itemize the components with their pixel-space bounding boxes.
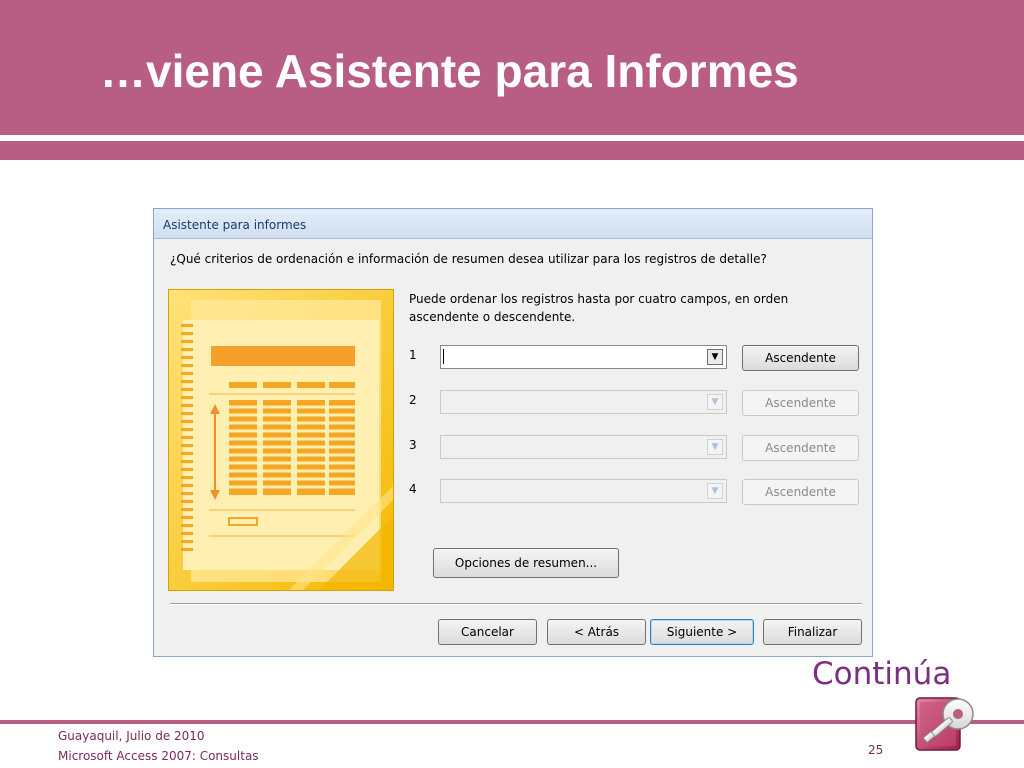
- sort-order-4-button[interactable]: Ascendente: [742, 479, 859, 505]
- sort-field-4-combo[interactable]: ▼: [440, 479, 727, 503]
- banner-strip: [0, 141, 1024, 160]
- sort-field-2-combo[interactable]: ▼: [440, 390, 727, 414]
- sort-order-1-button[interactable]: Ascendente: [742, 345, 859, 371]
- finish-button[interactable]: Finalizar: [763, 619, 862, 645]
- sort-field-3-number: 3: [409, 438, 417, 452]
- slide-title: …viene Asistente para Informes: [100, 45, 799, 97]
- page-number: 25: [868, 743, 884, 757]
- footer-location: Guayaquil, Julio de 2010: [58, 729, 205, 743]
- footer-line: [0, 720, 1024, 724]
- sort-order-2-button[interactable]: Ascendente: [742, 390, 859, 416]
- dialog-titlebar[interactable]: Asistente para informes: [154, 209, 872, 239]
- chevron-down-icon[interactable]: ▼: [707, 349, 723, 365]
- continue-label: Continúa: [812, 656, 952, 692]
- dialog-title: Asistente para informes: [163, 218, 307, 232]
- sort-field-2-number: 2: [409, 393, 417, 407]
- chevron-down-icon[interactable]: ▼: [707, 439, 723, 455]
- next-button[interactable]: Siguiente >: [650, 619, 754, 645]
- sort-field-1-combo[interactable]: ▼: [440, 345, 727, 369]
- sort-info-text: Puede ordenar los registros hasta por cu…: [409, 292, 789, 324]
- footer-course: Microsoft Access 2007: Consultas: [58, 749, 259, 763]
- report-illustration-art: [169, 290, 393, 590]
- chevron-down-icon[interactable]: ▼: [707, 483, 723, 499]
- chevron-down-icon[interactable]: ▼: [707, 394, 723, 410]
- sort-field-3-combo[interactable]: ▼: [440, 435, 727, 459]
- access-logo-icon: [915, 697, 974, 751]
- back-button[interactable]: < Atrás: [547, 619, 646, 645]
- sort-field-1-number: 1: [409, 348, 417, 362]
- title-banner: …viene Asistente para Informes: [0, 0, 1024, 135]
- cancel-button[interactable]: Cancelar: [438, 619, 537, 645]
- text-caret: [443, 349, 444, 364]
- sort-field-4-number: 4: [409, 482, 417, 496]
- report-wizard-dialog: Asistente para informes ¿Qué criterios d…: [153, 208, 873, 657]
- summary-options-button[interactable]: Opciones de resumen...: [433, 548, 619, 578]
- wizard-question: ¿Qué criterios de ordenación e informaci…: [170, 252, 767, 266]
- report-illustration: [168, 289, 394, 591]
- sort-order-3-button[interactable]: Ascendente: [742, 435, 859, 461]
- button-separator: [170, 603, 862, 605]
